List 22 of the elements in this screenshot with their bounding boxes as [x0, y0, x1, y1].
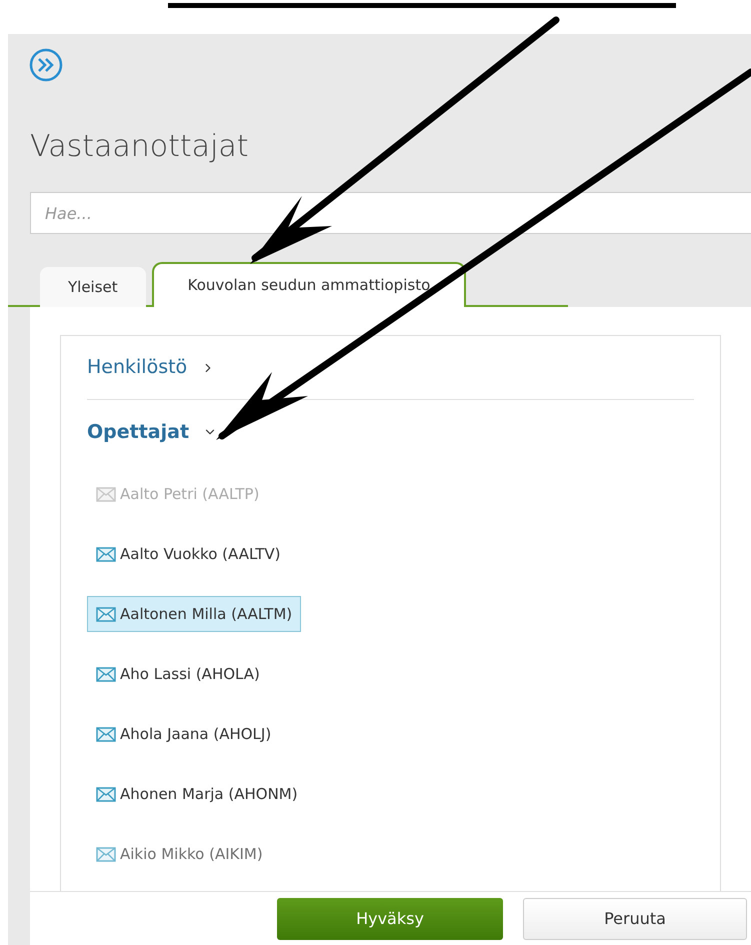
accept-button[interactable]: Hyväksy — [277, 898, 503, 940]
double-chevron-icon[interactable] — [29, 48, 63, 82]
envelope-icon — [96, 726, 116, 742]
tab[interactable]: Kouvolan seudun ammattiopisto — [152, 262, 466, 307]
envelope-icon — [96, 786, 116, 802]
recipient-item[interactable]: Ahonen Marja (AHONM) — [87, 776, 307, 812]
group-heading[interactable]: Opettajat — [87, 418, 218, 446]
recipient-item[interactable]: Aho Lassi (AHOLA) — [87, 656, 269, 692]
page-title: Vastaanottajat — [30, 129, 248, 164]
cancel-button[interactable]: Peruuta — [523, 898, 747, 940]
group-heading[interactable]: Henkilöstö — [87, 353, 216, 382]
envelope-icon — [96, 486, 116, 502]
recipient-item[interactable]: Aaltonen Milla (AALTM) — [87, 596, 302, 632]
recipient-item[interactable]: Aikio Mikko (AIKIM) — [87, 836, 272, 872]
search-field[interactable]: Hae... — [30, 192, 751, 234]
tab[interactable]: Yleiset — [40, 267, 146, 307]
envelope-icon — [96, 846, 116, 862]
envelope-icon — [96, 606, 116, 622]
envelope-icon — [96, 546, 116, 562]
recipient-item[interactable]: Aalto Vuokko (AALTV) — [87, 536, 290, 572]
envelope-icon — [96, 666, 116, 682]
recipient-item[interactable]: Ahola Jaana (AHOLJ) — [87, 716, 280, 752]
